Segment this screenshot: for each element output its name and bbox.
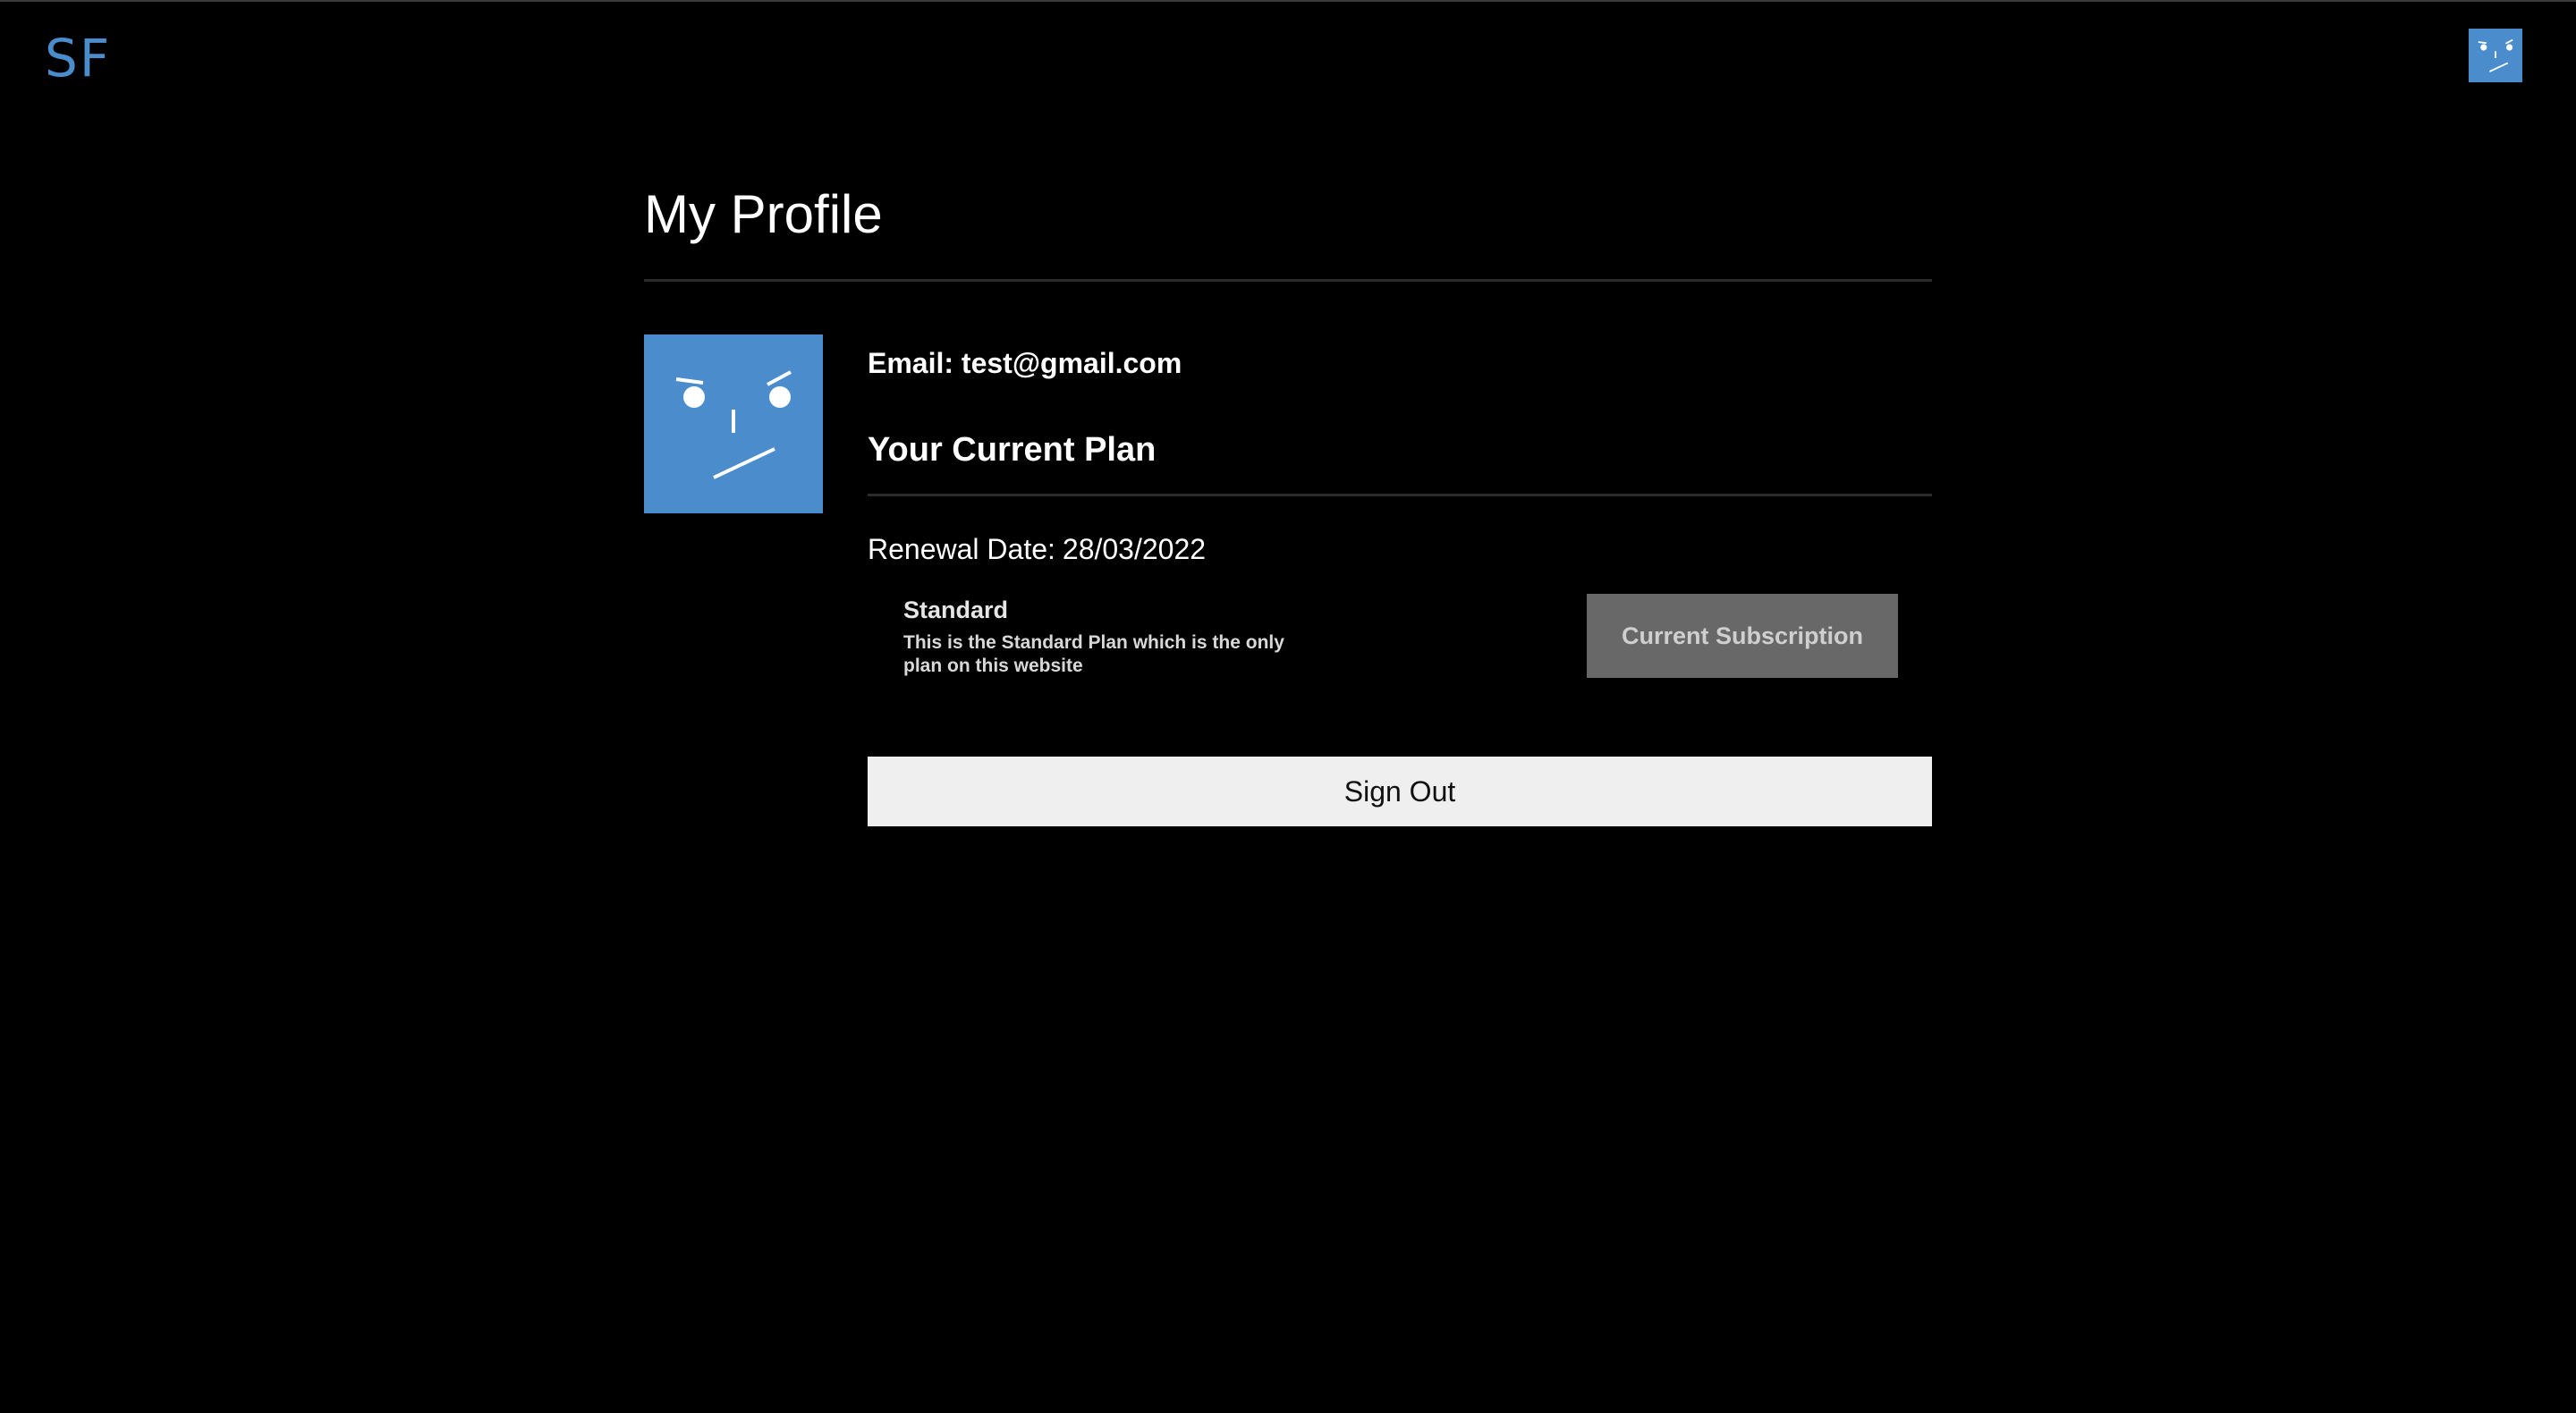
renewal-value: 28/03/2022 <box>1062 533 1207 565</box>
email-label: Email: <box>868 347 954 379</box>
site-logo[interactable]: SF <box>45 27 111 89</box>
title-divider <box>644 279 1932 282</box>
renewal-label: Renewal Date: <box>868 533 1055 565</box>
navbar: SF <box>0 2 2576 109</box>
face-icon <box>675 370 792 479</box>
email-value: test@gmail.com <box>961 347 1182 379</box>
plan-heading: Your Current Plan <box>868 431 1157 469</box>
plan-description: This is the Standard Plan which is the o… <box>903 632 1284 676</box>
renewal-date: Renewal Date: 28/03/2022 <box>868 531 1206 567</box>
face-icon <box>2478 38 2513 72</box>
plan-name: Standard <box>903 597 1009 623</box>
nav-avatar-button[interactable] <box>2469 29 2522 82</box>
email-line: Email: test@gmail.com <box>868 345 1182 381</box>
plan-divider <box>868 494 1932 496</box>
profile-avatar <box>644 334 823 513</box>
current-subscription-button[interactable]: Current Subscription <box>1587 594 1898 678</box>
plan-row-standard: Standard This is the Standard Plan which… <box>868 594 1932 701</box>
sign-out-button[interactable]: Sign Out <box>868 757 1932 826</box>
page-title: My Profile <box>644 184 883 244</box>
